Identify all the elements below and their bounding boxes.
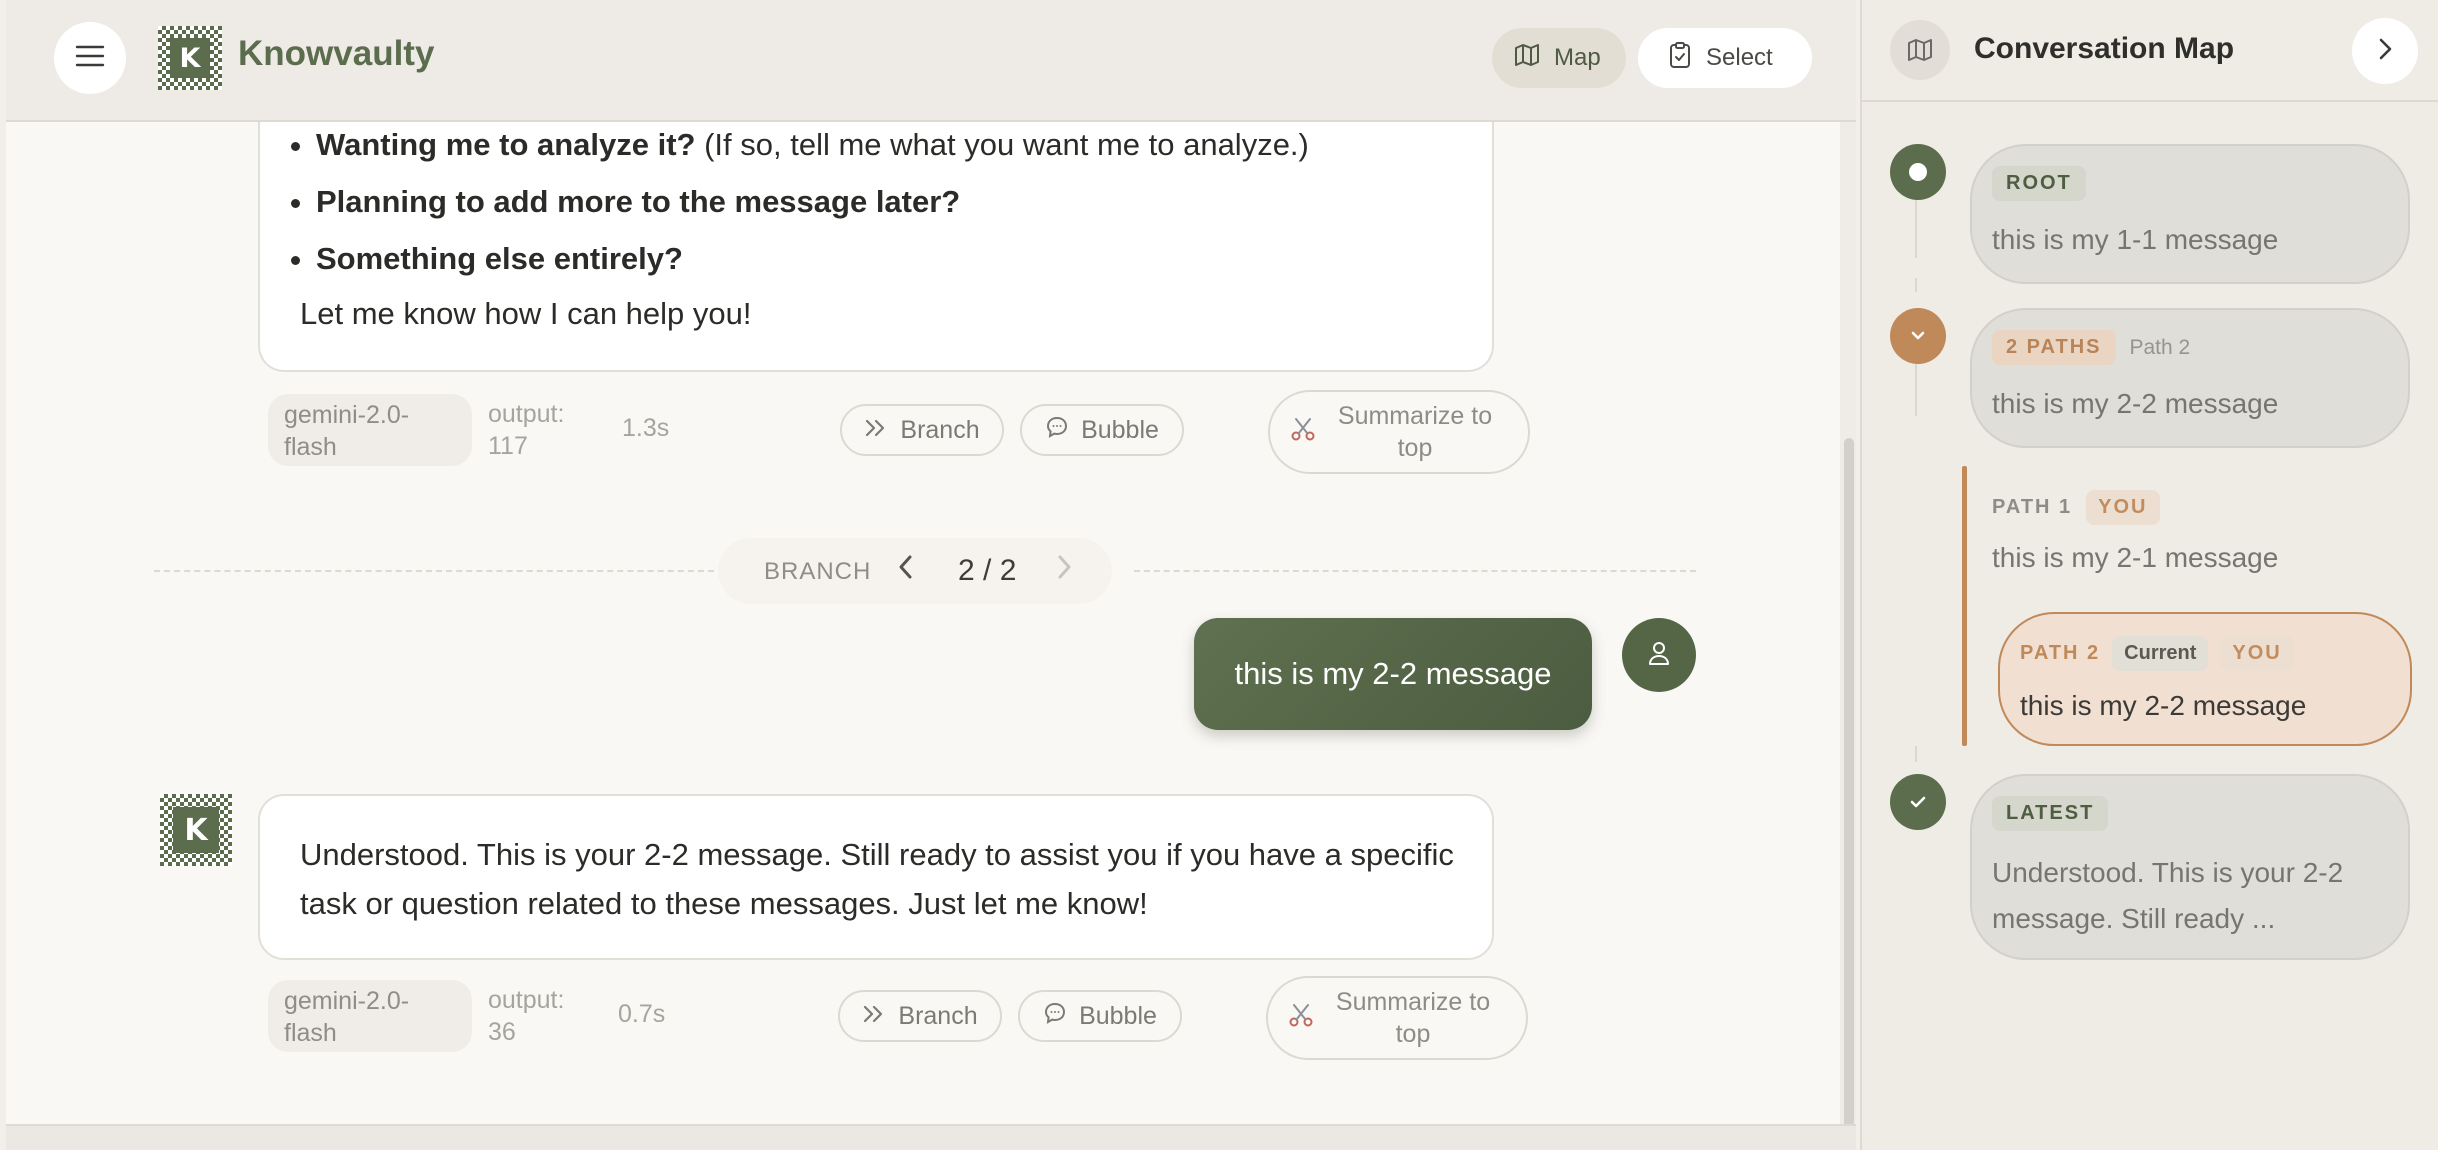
branch-navigator: BRANCH 2 / 2 (718, 538, 1112, 604)
latest-node-marker[interactable] (1890, 774, 1946, 830)
fork-node-marker[interactable] (1890, 308, 1946, 364)
response-time: 1.3s (622, 414, 670, 442)
double-chevron-right-icon (862, 1002, 886, 1031)
list-item: Planning to add more to the message late… (316, 173, 1309, 230)
select-button[interactable]: Select (1638, 28, 1812, 88)
assistant-message-card: Understood. This is your 2-2 message. St… (258, 794, 1494, 960)
user-message-bubble[interactable]: this is my 2-2 message (1194, 618, 1592, 730)
timeline-rail (1915, 278, 1917, 292)
bubble-label: Bubble (1081, 415, 1159, 444)
branch-group-rail (1962, 466, 1967, 746)
list-item: Wanting me to analyze it? (If so, tell m… (316, 116, 1309, 173)
map-icon (1890, 20, 1950, 80)
select-label: Select (1706, 44, 1773, 71)
app-title: Knowvaulty (238, 34, 435, 73)
branch-button[interactable]: Branch (838, 990, 1002, 1042)
output-token-count: output: 36 (488, 986, 565, 1046)
collapse-panel-button[interactable] (2352, 18, 2418, 84)
you-tag: YOU (2086, 490, 2160, 525)
chevron-right-icon (2376, 36, 2394, 67)
assistant-bullet-list: Wanting me to analyze it? (If so, tell m… (316, 116, 1309, 287)
map-node-text: this is my 2-2 message (2020, 690, 2307, 721)
assistant-message-text: Understood. This is your 2-2 message. St… (300, 837, 1454, 921)
model-badge: gemini-2.0-flash (268, 980, 472, 1052)
menu-button[interactable] (54, 22, 126, 94)
map-node-text: this is my 1-1 message (1992, 224, 2279, 255)
map-node-text: this is my 2-1 message (1992, 542, 2279, 573)
root-tag: ROOT (1992, 166, 2086, 201)
path-tags: PATH 1 YOU (1992, 490, 2160, 525)
current-path-label: Path 2 (2129, 335, 2191, 359)
map-label: Map (1554, 44, 1601, 71)
chevron-left-icon[interactable] (896, 552, 916, 590)
model-badge: gemini-2.0-flash (268, 394, 472, 466)
fork-tags: 2 PATHS Path 2 (1992, 330, 2190, 365)
branch-button[interactable]: Branch (840, 404, 1004, 456)
map-node-text: Understood. This is your 2-2 message. St… (1992, 857, 2344, 934)
message-meta-row: gemini-2.0-flash output: 36 0.7s Branch … (268, 976, 1528, 1060)
assistant-avatar-letter: K (173, 807, 219, 853)
summarize-to-top-button[interactable]: Summarize to top (1268, 390, 1530, 474)
branch-divider-left (154, 570, 714, 572)
map-node-latest[interactable]: LATEST Understood. This is your 2-2 mess… (1970, 774, 2410, 960)
hamburger-menu-icon (75, 44, 105, 72)
branch-label: Branch (898, 1001, 978, 1030)
map-node-root[interactable]: ROOT this is my 1-1 message (1970, 144, 2410, 284)
user-avatar (1622, 618, 1696, 692)
summarize-label: Summarize to top (1335, 988, 1491, 1048)
assistant-message-card: Wanting me to analyze it? (If so, tell m… (258, 110, 1494, 372)
conversation-map-panel: Conversation Map ROOT this is my 1-1 mes… (1860, 0, 2438, 1150)
map-node-fork[interactable]: 2 PATHS Path 2 this is my 2-2 message (1970, 308, 2410, 448)
summarize-label: Summarize to top (1337, 402, 1493, 462)
assistant-closing-text: Let me know how I can help you! (300, 296, 752, 331)
map-path-1[interactable]: PATH 1 YOU this is my 2-1 message (1992, 480, 2416, 594)
map-toggle-button[interactable]: Map (1492, 28, 1626, 88)
speech-bubble-icon (1045, 415, 1069, 446)
scrollbar-thumb[interactable] (1844, 438, 1854, 1128)
current-tag: Current (2112, 636, 2209, 671)
map-icon (1514, 43, 1540, 74)
top-bar: K Knowvaulty Map Select (6, 0, 1856, 122)
panel-header: Conversation Map (1862, 0, 2438, 102)
timeline-rail (1915, 746, 1917, 762)
path-label: PATH 2 (2020, 642, 2101, 664)
path-label: PATH 1 (1992, 496, 2073, 518)
panel-title: Conversation Map (1974, 32, 2235, 65)
clipboard-check-icon (1668, 41, 1692, 76)
map-node-text: this is my 2-2 message (1992, 388, 2279, 419)
you-tag: YOU (2220, 636, 2294, 671)
chevron-right-icon[interactable] (1054, 552, 1074, 590)
timeline-rail (1915, 198, 1917, 258)
map-path-2-current[interactable]: PATH 2 Current YOU this is my 2-2 messag… (1998, 612, 2412, 746)
person-icon (1644, 638, 1674, 672)
bubble-button[interactable]: Bubble (1020, 404, 1184, 456)
composer-edge (6, 1124, 1856, 1150)
scissors-icon (1290, 416, 1316, 449)
branch-divider-right (1134, 570, 1696, 572)
speech-bubble-icon (1043, 1001, 1067, 1032)
branch-label: Branch (900, 415, 980, 444)
summarize-to-top-button[interactable]: Summarize to top (1266, 976, 1528, 1060)
list-item: Something else entirely? (316, 230, 1309, 287)
logo-letter: K (170, 38, 210, 78)
path-tags: PATH 2 Current YOU (2020, 636, 2294, 671)
timeline-rail (1915, 364, 1917, 416)
app-logo: K (158, 26, 222, 90)
scissors-icon (1288, 1002, 1314, 1035)
root-node-marker[interactable] (1890, 144, 1946, 200)
chat-scrollbar[interactable] (1840, 122, 1856, 1128)
branch-nav-label: BRANCH (764, 558, 872, 585)
bubble-label: Bubble (1079, 1001, 1157, 1030)
paths-count-tag: 2 PATHS (1992, 330, 2116, 365)
latest-tag: LATEST (1992, 796, 2109, 831)
output-token-count: output: 117 (488, 400, 565, 460)
chat-pane: Wanting me to analyze it? (If so, tell m… (6, 0, 1856, 1150)
branch-counter: 2 / 2 (958, 554, 1017, 587)
response-time: 0.7s (618, 1000, 666, 1028)
bubble-button[interactable]: Bubble (1018, 990, 1182, 1042)
double-chevron-right-icon (864, 416, 888, 445)
message-meta-row: gemini-2.0-flash output: 117 1.3s Branch… (268, 390, 1530, 474)
assistant-avatar: K (160, 794, 232, 866)
